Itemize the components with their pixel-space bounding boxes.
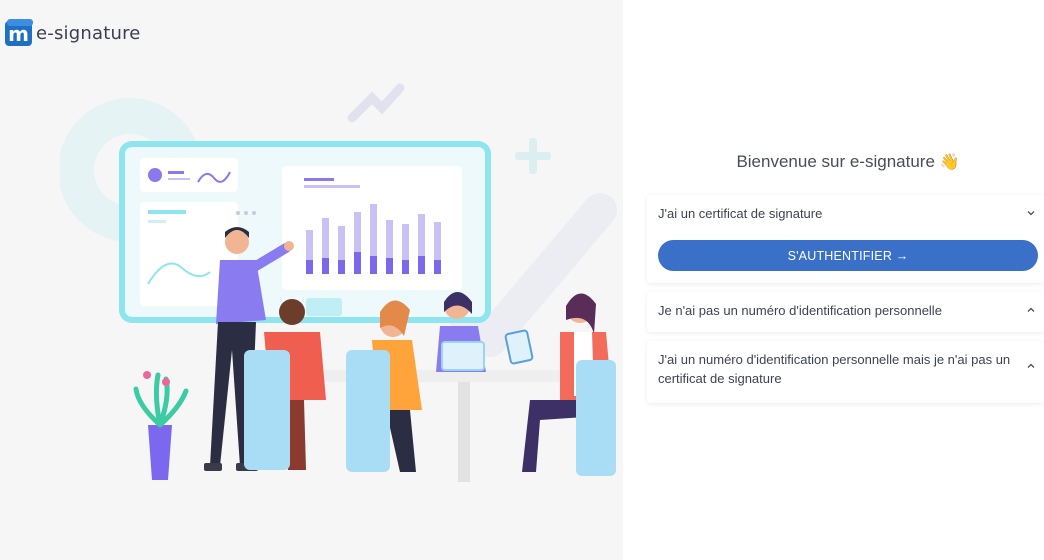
welcome-title: Bienvenue sur e-signature: [736, 152, 935, 171]
welcome-heading: Bienvenue sur e-signature 👋: [623, 152, 1044, 172]
accordion-certificate-header[interactable]: J'ai un certificat de signature: [658, 195, 1036, 231]
accordion-certificate: J'ai un certificat de signature S'AUTHEN…: [647, 195, 1044, 283]
accordion-certificate-title: J'ai un certificat de signature: [658, 205, 823, 221]
accordion-no-pin-header[interactable]: Je n'ai pas un numéro d'identification p…: [658, 292, 1036, 328]
accordion-pin-no-certificate-title: J'ai un numéro d'identification personne…: [658, 352, 1011, 386]
chevron-up-icon: [1027, 363, 1035, 368]
logo-letter: m: [8, 22, 29, 46]
accordion-no-pin-title: Je n'ai pas un numéro d'identification p…: [658, 302, 942, 318]
login-panel: Bienvenue sur e-signature 👋 J'ai un cert…: [623, 0, 1044, 560]
logo-text: e-signature: [36, 22, 141, 44]
accordion-no-pin: Je n'ai pas un numéro d'identification p…: [647, 292, 1044, 332]
accordion-pin-no-certificate: J'ai un numéro d'identification personne…: [647, 341, 1044, 403]
chevron-down-icon: [1027, 211, 1035, 216]
team-meeting-illustration: [60, 83, 617, 482]
logo-mark-icon: m: [5, 19, 33, 46]
accordion-pin-no-certificate-header[interactable]: J'ai un numéro d'identification personne…: [658, 350, 1036, 388]
waving-hand-icon: 👋: [939, 154, 960, 171]
chevron-up-icon: [1027, 307, 1035, 312]
authenticate-button[interactable]: S'AUTHENTIFIER →: [658, 240, 1038, 271]
app-logo[interactable]: m e-signature: [4, 18, 141, 48]
left-hero-panel: m e-signature: [0, 0, 623, 560]
